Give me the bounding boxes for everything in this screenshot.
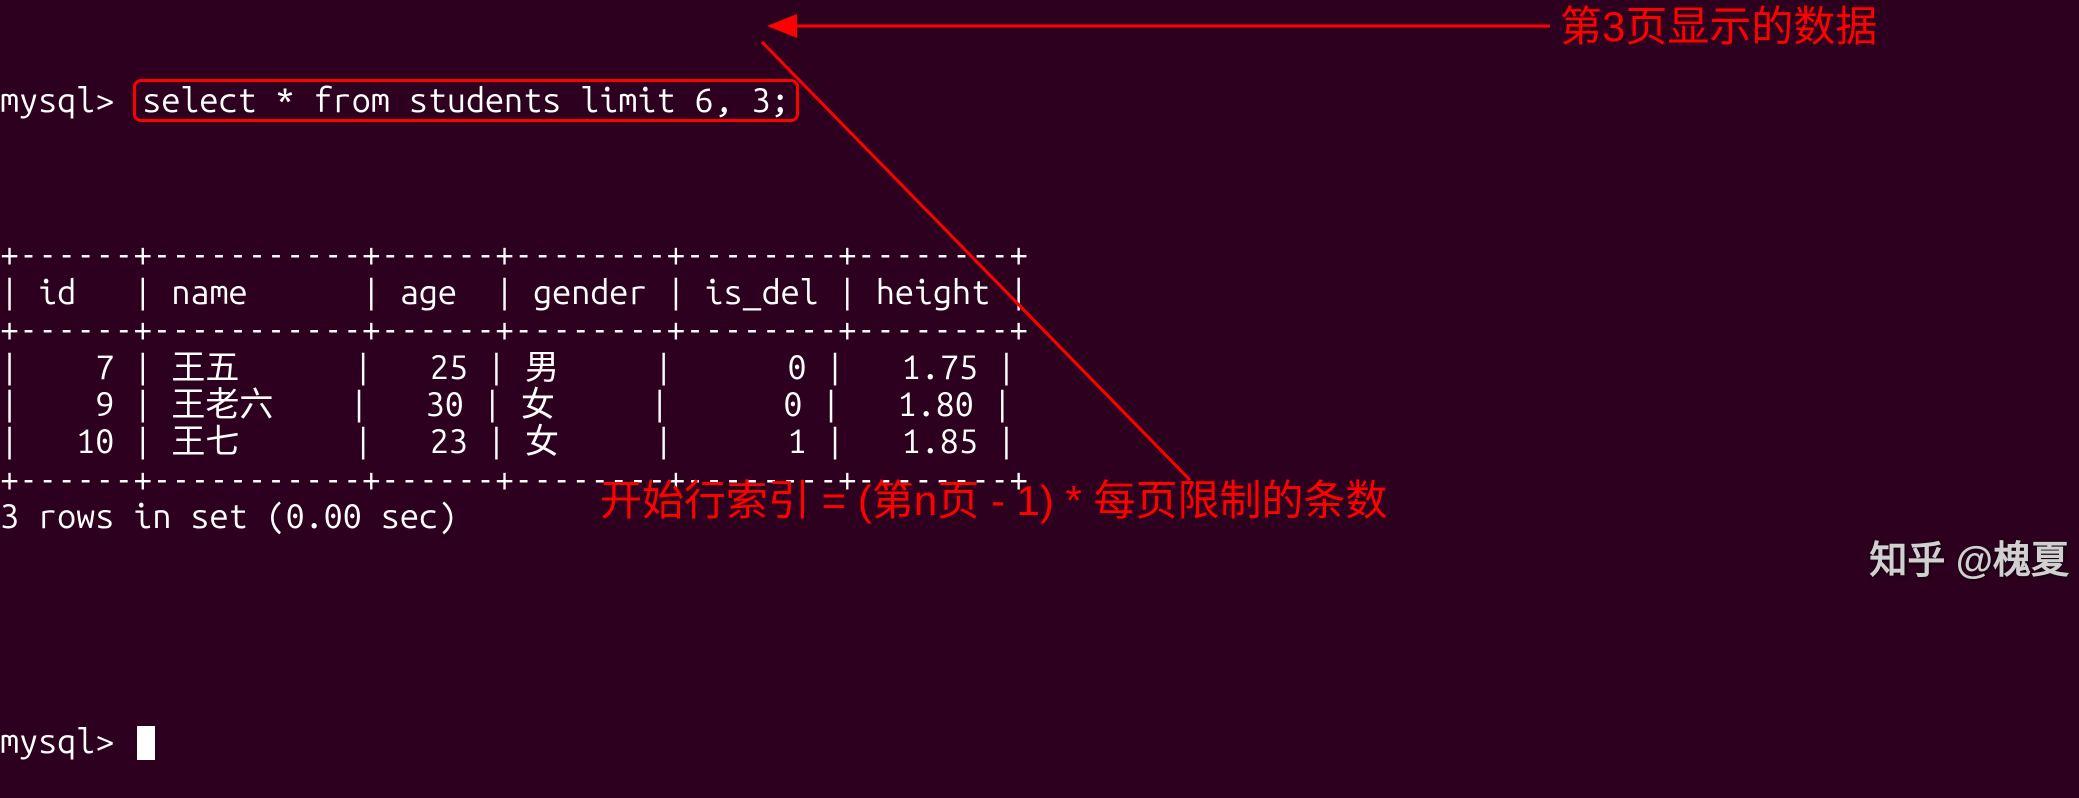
annotation-formula: 开始行索引 = (第n页 - 1) * 每页限制的条数 (600, 478, 1388, 524)
table-row: | 9 | 王老六 | 30 | 女 | 0 | 1.80 | (0, 385, 1012, 423)
watermark-text: 知乎 @槐夏 (1869, 541, 2069, 583)
query-highlight-box: select * from students limit 6, 3; (133, 79, 798, 122)
table-border-top: +------+-----------+------+--------+----… (0, 235, 1028, 273)
mysql-prompt: mysql> (0, 81, 133, 119)
table-row: | 10 | 王七 | 23 | 女 | 1 | 1.85 | (0, 422, 1016, 460)
prompt-line-1: mysql> select * from students limit 6, 3… (0, 79, 2079, 122)
terminal-window: mysql> select * from students limit 6, 3… (0, 0, 2079, 798)
mysql-prompt: mysql> (0, 722, 133, 760)
table-row: | 7 | 王五 | 25 | 男 | 0 | 1.75 | (0, 348, 1016, 386)
table-border-mid: +------+-----------+------+--------+----… (0, 310, 1028, 348)
result-summary: 3 rows in set (0.00 sec) (0, 497, 457, 535)
sql-query: select * from students limit 6, 3; (142, 81, 789, 119)
blank-line (0, 610, 2079, 644)
table-header: | id | name | age | gender | is_del | he… (0, 273, 1028, 311)
prompt-line-2[interactable]: mysql> (0, 723, 2079, 760)
cursor-icon (137, 726, 155, 760)
annotation-page-label: 第3页显示的数据 (1560, 4, 1877, 50)
